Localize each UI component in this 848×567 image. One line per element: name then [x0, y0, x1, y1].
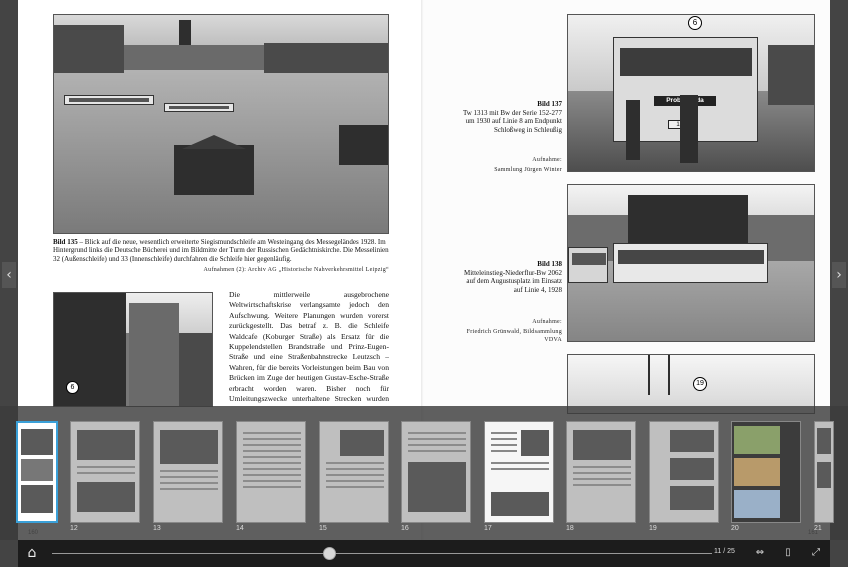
fullscreen-button[interactable]: ⤢: [808, 545, 824, 561]
thumbnail-page-21[interactable]: [814, 421, 834, 523]
bottom-toolbar: ⌂ 11 / 25 ⇔ ▯ ⤢: [18, 540, 830, 567]
thumbnail-page-11[interactable]: [16, 421, 58, 523]
thumbnail-strip[interactable]: 12 13 14 15 16 17 18 19 20 21: [0, 406, 848, 540]
photo-135: [53, 14, 389, 234]
thumbnail-page-20[interactable]: [731, 421, 801, 523]
home-icon: ⌂: [27, 545, 37, 561]
single-page-view-button[interactable]: ▯: [780, 545, 796, 561]
thumbnail-page-14[interactable]: [236, 421, 306, 523]
page-slider-track[interactable]: [52, 553, 712, 554]
two-page-view-button[interactable]: ⇔: [752, 545, 768, 561]
thumbnail-page-19[interactable]: [649, 421, 719, 523]
thumbnail-label-20: 20: [731, 525, 739, 532]
thumbnail-page-16[interactable]: [401, 421, 471, 523]
photo-138: [567, 184, 815, 342]
caption-137: Bild 137 Tw 1313 mit Bw der Serie 152-27…: [462, 100, 562, 134]
thumbnail-label-17: 17: [484, 525, 492, 532]
thumbnail-label-14: 14: [236, 525, 244, 532]
flipbook-viewer: Bild 135 – Blick auf die neue, wesentlic…: [0, 0, 848, 567]
next-page-button[interactable]: ›: [832, 262, 846, 288]
thumbnail-page-18[interactable]: [566, 421, 636, 523]
caption-138-number: Bild 138: [537, 260, 562, 268]
thumbnail-label-19: 19: [649, 525, 657, 532]
thumbnail-label-13: 13: [153, 525, 161, 532]
route-6-sign-136: 6: [66, 381, 79, 394]
caption-137-credit: Sammlung Jürgen Winter: [494, 167, 562, 173]
single-page-icon: ▯: [785, 547, 791, 558]
caption-138-credit: Friedrich Grünwald, Bildsammlung VDVA: [466, 329, 562, 343]
caption-138-credit-label: Aufnahme:: [532, 319, 562, 325]
page-slider-handle[interactable]: [322, 547, 336, 560]
caption-138: Bild 138 Mitteleinstieg-Niederflur-Bw 20…: [462, 260, 562, 294]
thumbnail-page-15[interactable]: [319, 421, 389, 523]
chevron-right-icon: ›: [836, 267, 842, 283]
caption-135-number: Bild 135: [53, 238, 78, 246]
home-button[interactable]: ⌂: [24, 545, 40, 561]
caption-135-text: – Blick auf die neue, wesentlich erweite…: [53, 238, 389, 263]
body-text: Die mittlerweile ausgebrochene Weltwirts…: [229, 290, 389, 406]
fullscreen-icon: ⤢: [812, 547, 820, 558]
caption-135-credit: Aufnahmen (2): Archiv AG „Historische Na…: [203, 267, 389, 273]
page-counter: 11 / 25: [714, 548, 735, 555]
caption-137-number: Bild 137: [537, 100, 562, 108]
thumbnail-label-12: 12: [70, 525, 78, 532]
thumbnail-label-15: 15: [319, 525, 327, 532]
thumbnail-page-17[interactable]: [484, 421, 554, 523]
two-page-icon: ⇔: [755, 547, 765, 558]
route-8-sign: 6: [688, 16, 702, 30]
thumbnail-label-18: 18: [566, 525, 574, 532]
prev-page-button[interactable]: ‹: [2, 262, 16, 288]
thumbnail-label-21: 21: [814, 525, 822, 532]
caption-137-text: Tw 1313 mit Bw der Serie 152-277 um 1930…: [462, 108, 562, 134]
thumbnail-page-12[interactable]: [70, 421, 140, 523]
caption-137-credit-label: Aufnahme:: [532, 157, 562, 163]
thumbnail-page-13[interactable]: [153, 421, 223, 523]
photo-139: 19: [567, 354, 815, 414]
chevron-left-icon: ‹: [6, 267, 12, 283]
photo-137: Probstheida 1313 6: [567, 14, 815, 172]
caption-135: Bild 135 – Blick auf die neue, wesentlic…: [53, 238, 389, 263]
thumbnail-label-16: 16: [401, 525, 409, 532]
photo-136: 6: [53, 292, 213, 407]
route-19-sign: 19: [693, 377, 707, 391]
caption-138-text: Mitteleinstieg-Niederflur-Bw 2062 auf de…: [463, 268, 562, 294]
